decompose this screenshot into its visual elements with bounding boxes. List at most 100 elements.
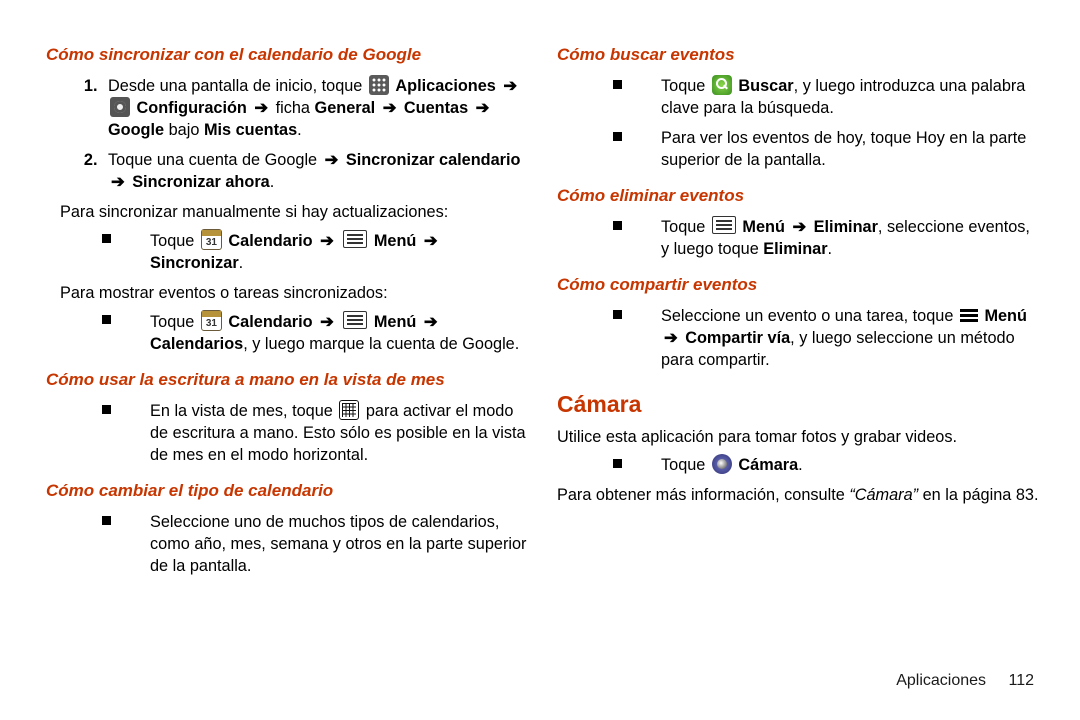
text: En la vista de mes, toque [150,402,337,420]
heading-camera: Cámara [557,389,1040,420]
heading-delete-events: Cómo eliminar eventos [557,185,1040,208]
dot: . [828,240,833,258]
list-item: Toque Buscar, y luego introduzca una pal… [613,75,1040,127]
text: Desde una pantalla de inicio, toque [108,77,367,95]
bullet-list: Toque Menú ➔ Eliminar, seleccione evento… [557,216,1040,268]
text: ficha [276,99,310,117]
list-item: Toque Cámara. [613,454,1040,484]
label-menu: Menú [984,307,1027,325]
arrow-icon: ➔ [254,99,268,117]
list-item: En la vista de mes, toque para activar e… [102,400,529,474]
page-body: Cómo sincronizar con el calendario de Go… [0,0,1080,585]
arrow-icon: ➔ [424,232,438,250]
bullet-list: Seleccione uno de muchos tipos de calend… [46,511,529,585]
label-camara: Cámara [738,456,798,474]
label-menu: Menú [374,313,417,331]
menu-icon [343,311,367,329]
label-configuracion: Configuración [137,99,247,117]
list-item: Seleccione un evento o una tarea, toque … [613,305,1040,379]
left-column: Cómo sincronizar con el calendario de Go… [46,38,529,585]
label-calendarios: Calendarios [150,335,243,353]
arrow-icon: ➔ [792,218,806,236]
link-reference[interactable]: “Cámara” [849,486,918,504]
menu-icon [343,230,367,248]
footer-section: Aplicaciones [896,672,986,689]
step-2: Toque una cuenta de Google ➔ Sincronizar… [102,149,529,201]
text: Toque [150,313,194,331]
menu-icon [712,216,736,234]
text: Toque [661,218,705,236]
handwriting-grid-icon [339,400,359,420]
text: Toque [661,77,705,95]
label-menu: Menú [742,218,785,236]
calendar-icon [201,310,222,331]
label-google: Google [108,121,164,139]
arrow-icon: ➔ [320,232,334,250]
list-item: Toque Menú ➔ Eliminar, seleccione evento… [613,216,1040,268]
camera-icon [712,454,732,474]
ordered-steps: Desde una pantalla de inicio, toque Apli… [46,75,529,201]
text: Para obtener más información, consulte [557,486,849,504]
arrow-icon: ➔ [320,313,334,331]
calendar-icon [201,229,222,250]
label-buscar: Buscar [738,77,793,95]
heading-change-type: Cómo cambiar el tipo de calendario [46,480,529,503]
step-1: Desde una pantalla de inicio, toque Apli… [102,75,529,149]
paragraph: Para obtener más información, consulte “… [557,484,1040,506]
arrow-icon: ➔ [325,151,339,169]
arrow-icon: ➔ [383,99,397,117]
arrow-icon: ➔ [476,99,490,117]
text: Seleccione un evento o una tarea, toque [661,307,958,325]
right-column: Cómo buscar eventos Toque Buscar, y lueg… [557,38,1040,585]
paragraph: Para sincronizar manualmente si hay actu… [60,201,529,223]
text: en la página 83. [923,486,1039,504]
bullet-list: Toque Calendario ➔ Menú ➔ Calendarios, y… [46,310,529,363]
list-item: Seleccione uno de muchos tipos de calend… [102,511,529,585]
arrow-icon: ➔ [503,77,517,95]
label-calendario: Calendario [228,313,312,331]
gear-icon [110,97,130,117]
text: Toque una cuenta de Google [108,151,322,169]
label-compartir: Compartir vía [685,329,790,347]
dot: . [297,121,302,139]
list-item: Toque Calendario ➔ Menú ➔ Calendarios, y… [102,310,529,363]
dot: . [239,254,244,272]
label-eliminar: Eliminar [763,240,827,258]
label-sincronizar: Sincronizar [150,254,239,272]
apps-icon [369,75,389,95]
arrow-icon: ➔ [424,313,438,331]
text: bajo [169,121,200,139]
label-aplicaciones: Aplicaciones [395,77,495,95]
arrow-icon: ➔ [664,329,678,347]
bullet-list: En la vista de mes, toque para activar e… [46,400,529,474]
label-menu: Menú [374,232,417,250]
dot: . [270,173,275,191]
text: Seleccione uno de muchos tipos de calend… [150,513,526,575]
heading-sync-google: Cómo sincronizar con el calendario de Go… [46,44,529,67]
text: Toque [661,456,705,474]
label-general: General [315,99,376,117]
paragraph: Utilice esta aplicación para tomar fotos… [557,426,1040,448]
arrow-icon: ➔ [111,173,125,191]
paragraph: Para mostrar eventos o tareas sincroniza… [60,282,529,304]
bullet-list: Toque Buscar, y luego introduzca una pal… [557,75,1040,179]
heading-share-events: Cómo compartir eventos [557,274,1040,297]
text: Toque [150,232,194,250]
page-footer: Aplicaciones 112 [896,670,1034,692]
text: , y luego marque la cuenta de Google. [243,335,519,353]
heading-handwriting: Cómo usar la escritura a mano en la vist… [46,369,529,392]
label-sync-now: Sincronizar ahora [132,173,270,191]
heading-search-events: Cómo buscar eventos [557,44,1040,67]
list-item: Toque Calendario ➔ Menú ➔ Sincronizar. [102,229,529,282]
text: Para ver los eventos de hoy, toque Hoy e… [661,129,1026,169]
label-cuentas: Cuentas [404,99,468,117]
label-miscuentas: Mis cuentas [204,121,297,139]
bullet-list: Seleccione un evento o una tarea, toque … [557,305,1040,379]
bullet-list: Toque Cámara. [557,454,1040,484]
label-eliminar: Eliminar [814,218,878,236]
footer-page-number: 112 [1008,672,1034,689]
bullet-list: Toque Calendario ➔ Menú ➔ Sincronizar. [46,229,529,282]
label-sync-cal: Sincronizar calendario [346,151,521,169]
dot: . [798,456,803,474]
list-item: Para ver los eventos de hoy, toque Hoy e… [613,127,1040,179]
